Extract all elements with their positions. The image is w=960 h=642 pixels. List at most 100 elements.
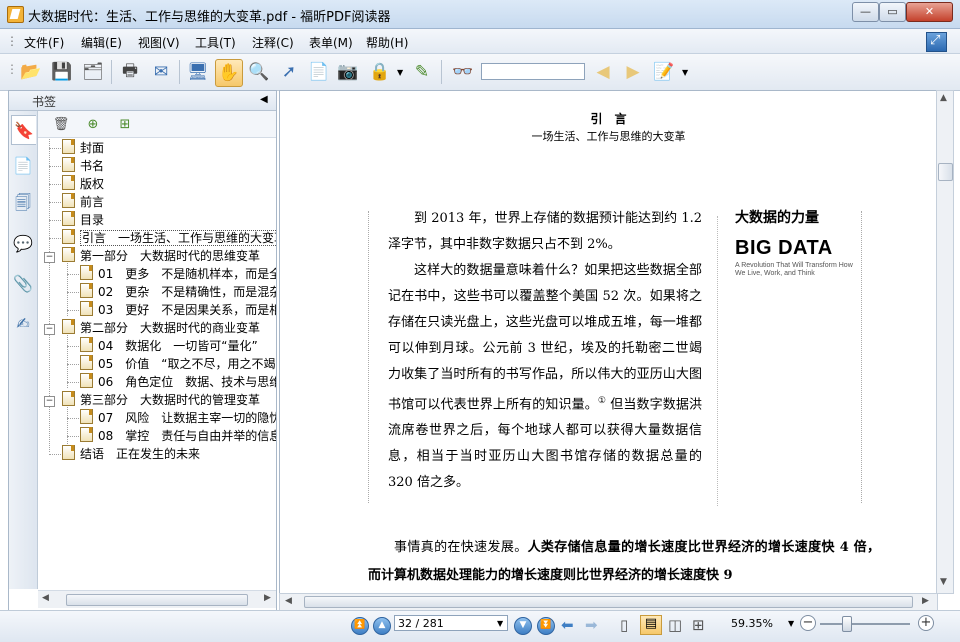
scroll-left-icon[interactable]: ◀ xyxy=(285,596,292,606)
hand-tool-icon[interactable]: ✋ xyxy=(215,59,243,87)
bookmark-item[interactable]: 02 更杂 不是精确性，而是混杂性 xyxy=(80,283,276,301)
menu-comment[interactable]: 注释(C) xyxy=(252,34,294,51)
signatures-tab-icon[interactable]: ✍ xyxy=(11,309,35,337)
minimize-button[interactable]: — xyxy=(852,2,879,22)
bookmark-item[interactable]: 04 数据化 一切皆可“量化” xyxy=(80,337,258,355)
facing-view-icon[interactable]: ◫ xyxy=(668,616,682,634)
close-button[interactable]: ✕ xyxy=(906,2,953,22)
menu-view[interactable]: 视图(V) xyxy=(138,34,180,51)
bookmark-item[interactable]: 第二部分 大数据时代的商业变革 xyxy=(62,319,260,337)
page-number-field[interactable]: 32 / 281 xyxy=(394,615,508,631)
attachments-tab-icon[interactable]: 📎 xyxy=(11,269,35,297)
scroll-right-icon[interactable]: ▶ xyxy=(264,593,271,603)
continuous-view-icon[interactable]: ▤ xyxy=(640,615,662,635)
body-paragraph: 事情真的在快速发展。人类存储信息量的增长速度比世界经济的增长速度快 4 倍，而计… xyxy=(368,540,880,583)
highlight-dropdown-icon[interactable]: ▼ xyxy=(682,68,688,77)
save-icon[interactable]: 💾 xyxy=(49,59,75,85)
save-as-icon[interactable]: 🗂 xyxy=(80,59,106,85)
zoom-tool-icon[interactable]: 🔍 xyxy=(246,59,272,85)
add-bookmark-icon[interactable]: ⊕ xyxy=(84,115,102,133)
scroll-thumb[interactable] xyxy=(304,596,913,608)
zoom-slider[interactable] xyxy=(820,623,910,625)
add-child-bookmark-icon[interactable]: ⊞ xyxy=(116,115,134,133)
pages-tab-icon[interactable]: 📄 xyxy=(11,151,35,179)
collapse-icon[interactable]: − xyxy=(44,252,55,263)
bookmark-item[interactable]: 书名 xyxy=(62,157,104,175)
menu-tools[interactable]: 工具(T) xyxy=(195,34,236,51)
bookmark-item[interactable]: 05 价值 “取之不尽，用之不竭”的数据创新 xyxy=(80,355,276,373)
bookmark-icon xyxy=(62,391,75,406)
bookmark-item[interactable]: 目录 xyxy=(62,211,104,229)
bookmark-item[interactable]: 08 掌控 责任与自由并举的信息管理 xyxy=(80,427,276,445)
next-result-icon[interactable]: ▶ xyxy=(620,59,646,85)
document-vertical-scrollbar[interactable]: ▲ ▼ xyxy=(936,90,954,594)
bookmark-item[interactable]: 第三部分 大数据时代的管理变革 xyxy=(62,391,260,409)
select-arrow-icon[interactable]: ➚ xyxy=(276,59,302,85)
delete-bookmark-icon[interactable]: 🗑 xyxy=(52,115,70,133)
scroll-down-icon[interactable]: ▼ xyxy=(940,577,947,587)
zoom-dropdown-icon[interactable]: ▼ xyxy=(788,619,794,628)
document-horizontal-scrollbar[interactable]: ◀ ▶ xyxy=(279,593,938,611)
go-back-icon[interactable]: ⬅ xyxy=(561,616,574,634)
bookmark-item[interactable]: 结语 正在发生的未来 xyxy=(62,445,200,463)
bookmark-item-selected[interactable]: 引言 一场生活、工作与思维的大变革 xyxy=(62,229,276,247)
menu-form[interactable]: 表单(M) xyxy=(309,34,353,51)
find-binoculars-icon[interactable]: 👓 xyxy=(450,59,476,85)
fullscreen-icon[interactable]: 🖥 xyxy=(185,59,211,85)
open-folder-icon[interactable]: 📂 xyxy=(18,59,44,85)
first-page-icon[interactable]: ⏫ xyxy=(351,617,369,635)
bookmark-item[interactable]: 版权 xyxy=(62,175,104,193)
scroll-left-icon[interactable]: ◀ xyxy=(42,593,49,603)
scroll-up-icon[interactable]: ▲ xyxy=(940,93,947,103)
restore-button[interactable]: ▭ xyxy=(879,2,906,22)
document-view[interactable]: 引 言 一场生活、工作与思维的大变革 到 2013 年，世界上存储的数据预计能达… xyxy=(279,90,938,594)
collapse-icon[interactable]: − xyxy=(44,396,55,407)
collapse-icon[interactable]: − xyxy=(44,324,55,335)
email-icon[interactable]: ✉ xyxy=(148,59,174,85)
scroll-right-icon[interactable]: ▶ xyxy=(922,596,929,606)
prev-result-icon[interactable]: ◀ xyxy=(590,59,616,85)
next-page-icon[interactable]: ▼ xyxy=(514,617,532,635)
layers-tab-icon[interactable]: 🗐 xyxy=(11,191,35,219)
menu-edit[interactable]: 编辑(E) xyxy=(81,34,122,51)
menu-file[interactable]: 文件(F) xyxy=(24,34,64,51)
bookmark-item[interactable]: 01 更多 不是随机样本，而是全体数据 xyxy=(80,265,276,283)
scroll-thumb[interactable] xyxy=(66,594,248,606)
expand-view-icon[interactable] xyxy=(926,32,947,52)
bookmark-item[interactable]: 07 风险 让数据主宰一切的隐忧 xyxy=(80,409,276,427)
intro-text: 到 2013 年，世界上存储的数据预计能达到约 1.2 泽字节，其中非数字数据只… xyxy=(388,206,702,496)
bookmark-item[interactable]: 第一部分 大数据时代的思维变革 xyxy=(62,247,260,265)
foxit-app-icon[interactable] xyxy=(7,6,24,23)
zoom-slider-handle[interactable] xyxy=(842,616,852,632)
rms-dropdown-icon[interactable]: ▼ xyxy=(397,68,403,77)
zoom-in-icon[interactable]: + xyxy=(918,615,934,631)
zoom-out-icon[interactable]: − xyxy=(800,615,816,631)
highlight-icon[interactable]: 📝 xyxy=(651,59,677,85)
last-page-icon[interactable]: ⏬ xyxy=(537,617,555,635)
menu-help[interactable]: 帮助(H) xyxy=(366,34,408,51)
bookmark-item[interactable]: 封面 xyxy=(62,139,104,157)
bookmark-item[interactable]: 前言 xyxy=(62,193,104,211)
sign-icon[interactable]: ✎ xyxy=(409,59,435,85)
page-dropdown-icon[interactable]: ▼ xyxy=(497,619,503,628)
bookmark-item[interactable]: 03 更好 不是因果关系，而是相关关系 xyxy=(80,301,276,319)
rms-lock-icon[interactable]: 🔒 xyxy=(367,59,393,85)
toolbar: ⋮ 📂 💾 🗂 🖶 ✉ 🖥 ✋ 🔍 ➚ 📄 📷 🔒 ▼ ✎ 👓 ◀ ▶ 📝 ▼ xyxy=(0,54,960,91)
comments-tab-icon[interactable]: 💬 xyxy=(11,229,35,257)
previous-page-icon[interactable]: ▲ xyxy=(373,617,391,635)
bookmark-item[interactable]: 06 角色定位 数据、技术与思维的三足鼎立 xyxy=(80,373,276,391)
bookmarks-tab-icon[interactable]: 🔖 xyxy=(11,115,36,145)
scroll-thumb[interactable] xyxy=(938,163,953,181)
print-icon[interactable]: 🖶 xyxy=(117,59,143,85)
single-page-view-icon[interactable]: ▯ xyxy=(620,616,628,634)
text-select-icon[interactable]: 📄 xyxy=(306,59,332,85)
zoom-level[interactable]: 59.35% xyxy=(731,617,773,630)
collapse-panel-icon[interactable]: ◀ xyxy=(260,94,268,105)
snapshot-icon[interactable]: 📷 xyxy=(335,59,361,85)
bookmark-icon xyxy=(62,445,75,460)
bookmark-horizontal-scrollbar[interactable]: ◀ ▶ xyxy=(38,590,276,608)
continuous-facing-view-icon[interactable]: ⊞ xyxy=(692,616,705,634)
search-input[interactable] xyxy=(481,63,585,80)
go-forward-icon[interactable]: ➡ xyxy=(585,616,598,634)
window-title: 大数据时代：生活、工作与思维的大变革.pdf - 福昕PDF阅读器 xyxy=(28,10,391,25)
